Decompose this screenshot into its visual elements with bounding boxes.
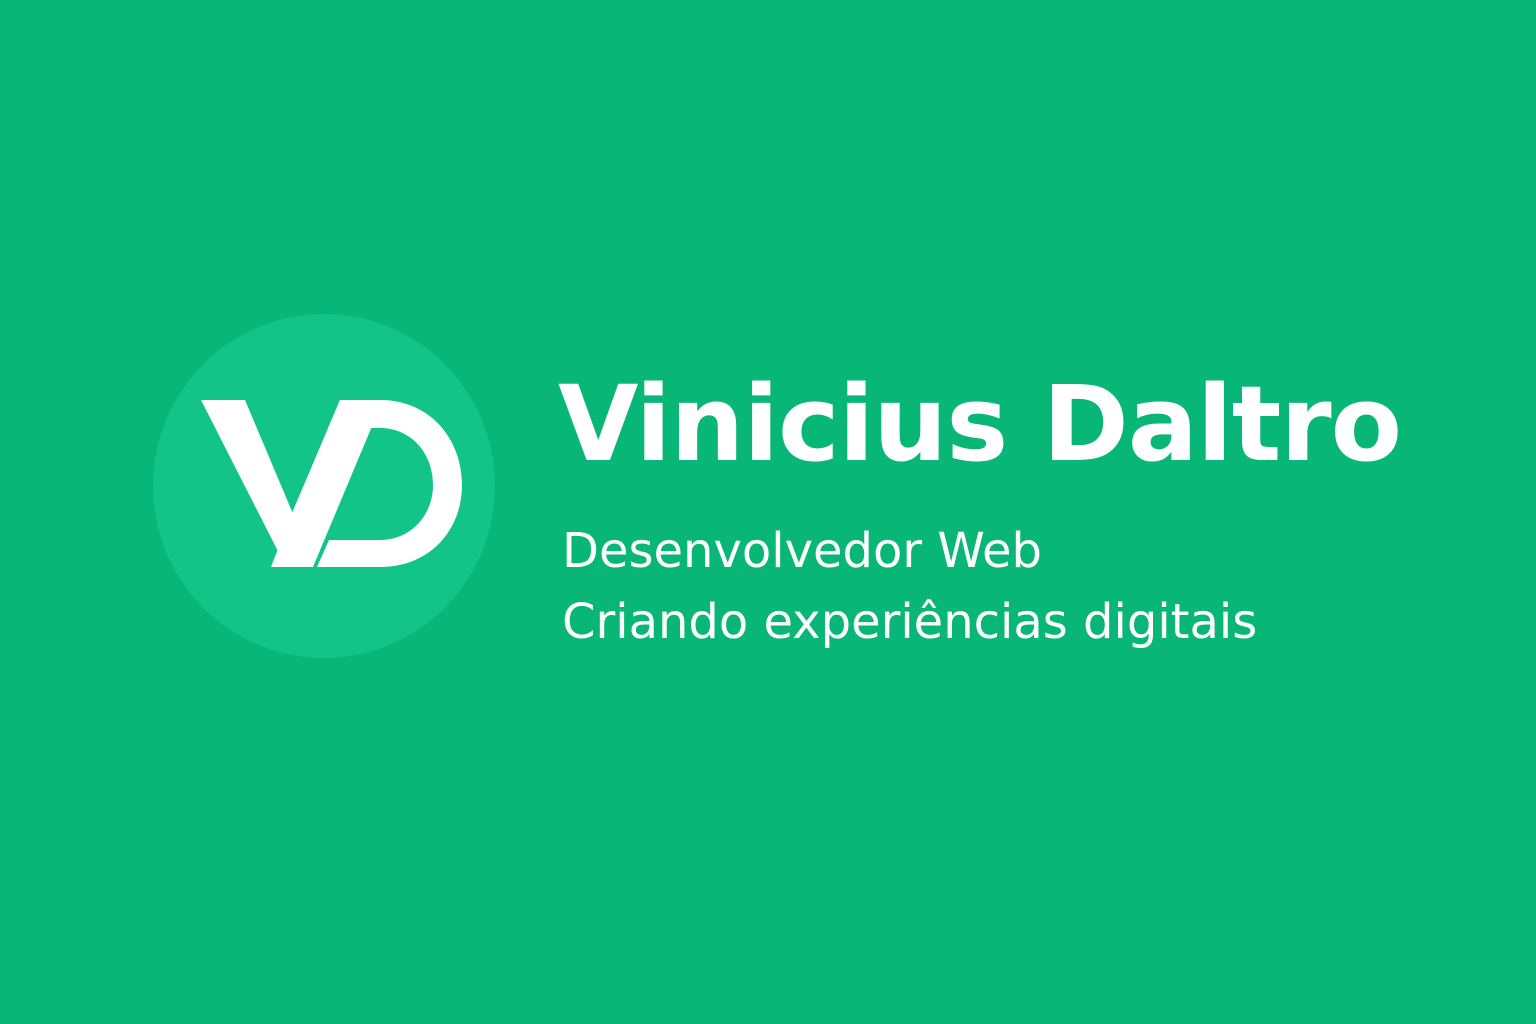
- brand-name: Vinicius Daltro: [558, 363, 1402, 485]
- vd-monogram-logo: [153, 314, 495, 658]
- brand-role: Desenvolvedor Web: [562, 523, 1042, 579]
- brand-tagline: Criando experiências digitais: [562, 594, 1258, 650]
- vd-monogram-icon: [201, 400, 462, 567]
